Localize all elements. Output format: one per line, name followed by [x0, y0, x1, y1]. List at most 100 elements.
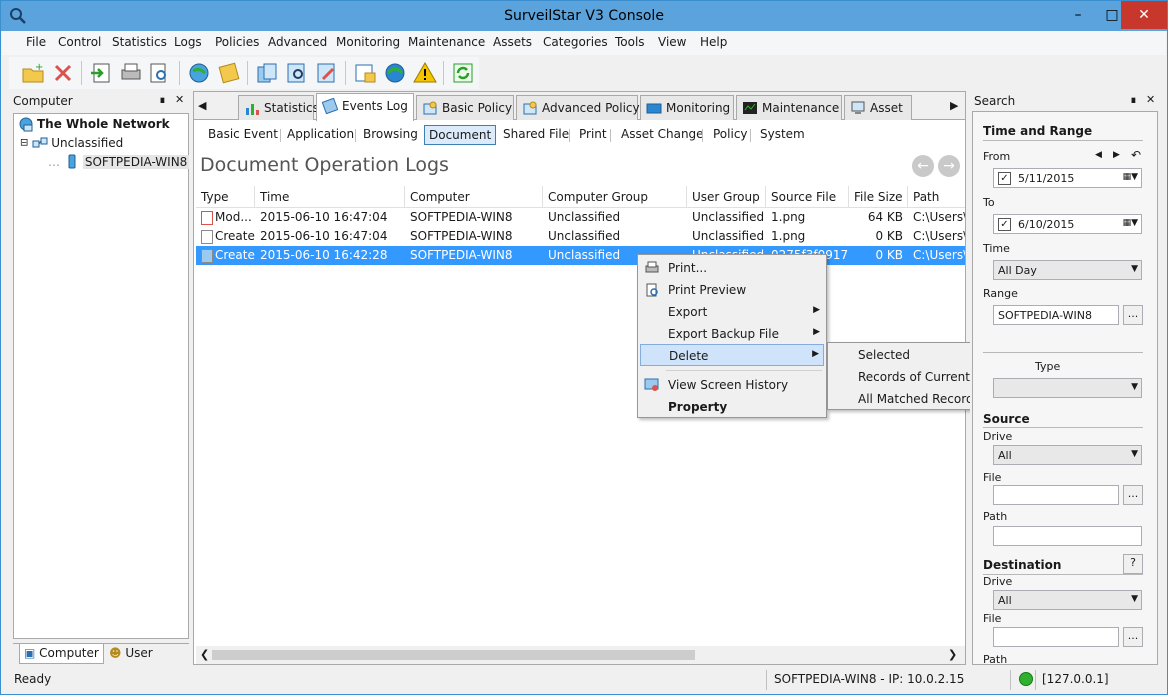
- subtab-asset-change[interactable]: Asset Change: [617, 125, 708, 145]
- new-folder-icon[interactable]: +: [21, 61, 45, 85]
- calendar-dropdown-icon[interactable]: ▦▼: [1123, 218, 1138, 228]
- source-drive-select[interactable]: All ▼: [993, 445, 1142, 465]
- menu-tools[interactable]: Tools: [615, 35, 645, 49]
- range-browse-button[interactable]: ...: [1123, 305, 1143, 325]
- close-button[interactable]: ✕: [1121, 1, 1167, 29]
- subtab-shared-file[interactable]: Shared File: [499, 125, 573, 145]
- print-icon[interactable]: [119, 61, 143, 85]
- menu-maintenance[interactable]: Maintenance: [408, 35, 485, 49]
- tree-node-unclassified[interactable]: ⊟ Unclassified: [20, 135, 123, 153]
- menu-item-property[interactable]: Property: [640, 396, 824, 418]
- import-icon[interactable]: [89, 61, 113, 85]
- horizontal-scrollbar[interactable]: ❮ ❯: [196, 646, 965, 664]
- notes-icon[interactable]: [217, 61, 241, 85]
- menu-monitoring[interactable]: Monitoring: [336, 35, 400, 49]
- table-row[interactable]: Create 2015-06-10 16:47:04 SOFTPEDIA-WIN…: [196, 227, 965, 246]
- tab-maintenance[interactable]: Maintenance: [736, 95, 842, 120]
- menu-item-print[interactable]: Print...: [640, 257, 824, 279]
- menu-logs[interactable]: Logs: [174, 35, 202, 49]
- print-preview-icon[interactable]: [147, 61, 171, 85]
- edit-document-icon[interactable]: [315, 61, 339, 85]
- tab-user[interactable]: ☻ User: [105, 644, 157, 664]
- minimize-button[interactable]: –: [1061, 1, 1095, 29]
- to-date-picker[interactable]: ✓ 6/10/2015 ▦▼: [993, 214, 1142, 234]
- column-header-computer-group[interactable]: Computer Group: [543, 186, 687, 208]
- next-page-icon[interactable]: →: [938, 155, 960, 177]
- tree-node-whole-network[interactable]: The Whole Network: [18, 116, 170, 134]
- tab-monitoring[interactable]: Monitoring: [640, 95, 734, 120]
- menu-item-delete[interactable]: Delete ▶: [640, 344, 824, 366]
- delete-icon[interactable]: [51, 61, 75, 85]
- source-file-browse-button[interactable]: ...: [1123, 485, 1143, 505]
- search-document-icon[interactable]: [285, 61, 309, 85]
- warning-icon[interactable]: [413, 61, 437, 85]
- next-icon[interactable]: ▶: [1113, 150, 1120, 160]
- menu-view[interactable]: View: [658, 35, 686, 49]
- column-header-source-file[interactable]: Source File: [766, 186, 849, 208]
- refresh-icon[interactable]: [451, 61, 475, 85]
- menu-assets[interactable]: Assets: [493, 35, 532, 49]
- menu-control[interactable]: Control: [58, 35, 101, 49]
- menu-item-export-backup-file[interactable]: Export Backup File ▶: [640, 323, 824, 345]
- time-select[interactable]: All Day ▼: [993, 260, 1142, 280]
- menu-policies[interactable]: Policies: [215, 35, 259, 49]
- menu-advanced[interactable]: Advanced: [268, 35, 327, 49]
- close-panel-icon[interactable]: ✕: [175, 93, 184, 106]
- column-header-user-group[interactable]: User Group: [687, 186, 766, 208]
- subtab-document[interactable]: Document: [424, 125, 497, 145]
- menu-item-export[interactable]: Export ▶: [640, 301, 824, 323]
- from-date-picker[interactable]: ✓ 5/11/2015 ▦▼: [993, 168, 1142, 188]
- column-header-type[interactable]: Type: [196, 186, 255, 208]
- column-header-time[interactable]: Time: [255, 186, 405, 208]
- collapse-icon[interactable]: ⊟: [20, 138, 28, 149]
- to-checkbox[interactable]: ✓: [998, 218, 1011, 231]
- table-row-selected[interactable]: Create 2015-06-10 16:42:28 SOFTPEDIA-WIN…: [196, 246, 965, 265]
- source-path-input[interactable]: [993, 526, 1142, 546]
- tree-node-softpedia-win8[interactable]: … SOFTPEDIA-WIN8: [48, 154, 190, 172]
- menu-item-print-preview[interactable]: Print Preview: [640, 279, 824, 301]
- tab-scroll-right-icon[interactable]: ▶: [950, 99, 958, 112]
- subtab-system[interactable]: System: [756, 125, 809, 145]
- column-header-path[interactable]: Path: [908, 186, 965, 208]
- menu-item-view-screen-history[interactable]: View Screen History: [640, 374, 824, 396]
- tab-basic-policy[interactable]: Basic Policy: [416, 95, 514, 120]
- reset-icon[interactable]: ↶: [1131, 148, 1141, 162]
- column-header-computer[interactable]: Computer: [405, 186, 543, 208]
- subtab-print[interactable]: Print: [575, 125, 611, 145]
- from-checkbox[interactable]: ✓: [998, 172, 1011, 185]
- type-select[interactable]: ▼: [993, 378, 1142, 398]
- tab-advanced-policy[interactable]: Advanced Policy: [516, 95, 640, 120]
- documents-icon[interactable]: [255, 61, 279, 85]
- close-panel-icon[interactable]: ✕: [1146, 93, 1155, 106]
- destination-file-input[interactable]: [993, 627, 1119, 647]
- column-header-file-size[interactable]: File Size: [849, 186, 908, 208]
- internet-icon[interactable]: [383, 61, 407, 85]
- scroll-right-icon[interactable]: ❯: [948, 648, 957, 661]
- tab-events-log[interactable]: Events Log: [316, 93, 414, 121]
- menu-help[interactable]: Help: [700, 35, 727, 49]
- tab-scroll-left-icon[interactable]: ◀: [198, 99, 206, 112]
- network-globe-icon[interactable]: [187, 61, 211, 85]
- previous-page-icon[interactable]: ←: [912, 155, 934, 177]
- pin-icon[interactable]: ∎: [1130, 93, 1137, 106]
- subtab-policy[interactable]: Policy: [709, 125, 752, 145]
- table-row[interactable]: Mod... 2015-06-10 16:47:04 SOFTPEDIA-WIN…: [196, 208, 965, 227]
- subtab-basic-event[interactable]: Basic Event: [204, 125, 282, 145]
- tab-computer[interactable]: ▣ Computer: [19, 644, 104, 664]
- destination-drive-select[interactable]: All ▼: [993, 590, 1142, 610]
- source-file-input[interactable]: [993, 485, 1119, 505]
- calendar-dropdown-icon[interactable]: ▦▼: [1123, 172, 1138, 182]
- scroll-left-icon[interactable]: ❮: [200, 648, 209, 661]
- menu-file[interactable]: File: [26, 35, 46, 49]
- first-page-icon[interactable]: ◀: [1095, 150, 1102, 160]
- destination-file-browse-button[interactable]: ...: [1123, 627, 1143, 647]
- menu-statistics[interactable]: Statistics: [112, 35, 167, 49]
- pin-icon[interactable]: ∎: [159, 93, 166, 106]
- subtab-application[interactable]: Application: [283, 125, 358, 145]
- report-icon[interactable]: [353, 61, 377, 85]
- tab-asset[interactable]: Asset: [844, 95, 912, 120]
- tab-statistics[interactable]: Statistics: [238, 95, 319, 120]
- help-button[interactable]: ?: [1123, 554, 1143, 574]
- subtab-browsing[interactable]: Browsing: [359, 125, 422, 145]
- menu-categories[interactable]: Categories: [543, 35, 608, 49]
